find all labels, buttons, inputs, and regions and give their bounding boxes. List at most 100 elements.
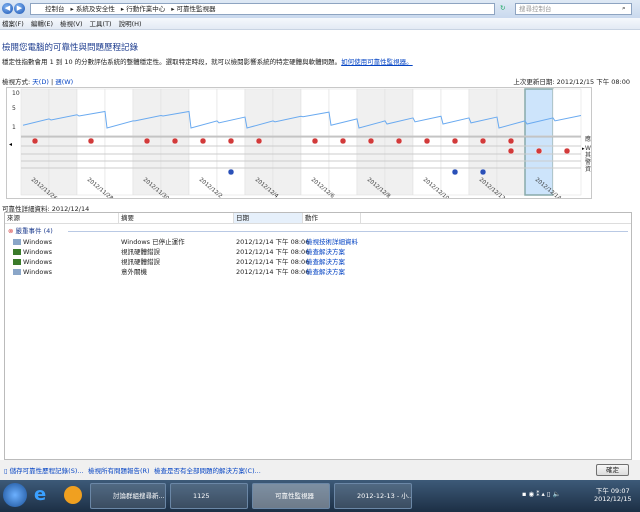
row-label: 資訊: [585, 165, 592, 173]
row-action-link[interactable]: 檢視技術詳細資料: [306, 237, 358, 247]
back-button[interactable]: ◀: [2, 3, 13, 14]
menu-help[interactable]: 說明(H): [119, 20, 142, 28]
view-week-link[interactable]: 週(W): [55, 78, 73, 86]
error-icon: [451, 137, 459, 145]
group-divider: [68, 231, 628, 232]
reliability-chart[interactable]: 1051應用程式失敗Windows 失敗其他失敗警告資訊2012/11/2620…: [6, 87, 592, 199]
menu-tools[interactable]: 工具(T): [90, 20, 112, 28]
row-summary: 視訊硬體錯誤: [121, 258, 160, 266]
info-icon: [479, 168, 487, 176]
row-summary: 意外關機: [121, 268, 147, 276]
ok-button[interactable]: 確定: [596, 464, 629, 476]
row-date: 2012/12/14 下午 08:06: [236, 238, 310, 246]
clock-time: 下午 09:07: [595, 487, 630, 495]
scroll-left-arrow[interactable]: ◂: [9, 141, 12, 148]
row-source: Windows: [23, 258, 53, 266]
error-icon: [255, 137, 263, 145]
group-critical[interactable]: ⊗ 嚴重事件 (4): [8, 226, 628, 236]
menu-view[interactable]: 檢視(V): [60, 20, 83, 28]
day-column[interactable]: [552, 88, 582, 196]
column-date[interactable]: 日期: [234, 213, 303, 224]
error-icon: [31, 137, 39, 145]
tray-icons[interactable]: ▪ ◉ ⁑ ▴ ▯ 🔈: [522, 490, 561, 498]
event-icon: [13, 249, 21, 255]
view-day-link[interactable]: 天(D): [32, 78, 49, 86]
breadcrumb-item[interactable]: 可靠性監視器: [177, 5, 216, 13]
view-all-reports-link[interactable]: 檢視所有問題報告(R): [88, 465, 150, 475]
row-label: 其他失敗: [585, 151, 592, 159]
day-column[interactable]: [104, 88, 134, 196]
row-summary: Windows 已停止運作: [121, 238, 185, 246]
group-label: 嚴重事件 (4): [15, 227, 53, 235]
error-icon: [395, 137, 403, 145]
check-solutions-link[interactable]: 檢查是否有全部問題的解決方案(C)...: [154, 465, 261, 475]
column-summary[interactable]: 摘要: [119, 213, 234, 224]
table-row[interactable]: Windows 視訊硬體錯誤 2012/12/14 下午 08:06 檢查解決方…: [5, 257, 631, 267]
column-action[interactable]: 動作: [303, 213, 361, 224]
description-text: 穩定性指數會用 1 到 10 的分數評估系統的整體穩定性。選取特定時段，就可以檢…: [2, 58, 342, 66]
menu-bar: 檔案(F) 編輯(E) 檢視(V) 工具(T) 說明(H): [0, 18, 640, 30]
breadcrumb[interactable]: 控制台 ▸ 系統及安全性 ▸ 行動作業中心 ▸ 可靠性監視器: [30, 3, 495, 15]
menu-edit[interactable]: 編輯(E): [31, 20, 53, 28]
start-button[interactable]: [3, 483, 27, 507]
error-icon: ⊗: [8, 227, 14, 235]
app-icon[interactable]: [64, 486, 82, 504]
row-action-link[interactable]: 檢查解決方案: [306, 267, 345, 277]
column-source[interactable]: 來源: [5, 213, 119, 224]
day-column[interactable]: [272, 88, 302, 196]
row-action-link[interactable]: 檢查解決方案: [306, 247, 345, 257]
taskbar-reliability-monitor[interactable]: 可靠性監視器: [252, 483, 330, 509]
info-icon: [451, 168, 459, 176]
ie-icon[interactable]: e: [34, 484, 46, 505]
description: 穩定性指數會用 1 到 10 的分數評估系統的整體穩定性。選取特定時段，就可以檢…: [2, 56, 413, 66]
row-label: Windows 失敗: [585, 144, 592, 152]
table-row[interactable]: Windows Windows 已停止運作 2012/12/14 下午 08:0…: [5, 237, 631, 247]
save-history-link[interactable]: ▯ 儲存可靠性歷程記錄(S)...: [4, 465, 84, 475]
column-blank: [361, 213, 631, 224]
row-source: Windows: [23, 238, 53, 246]
row-label: 應用程式失敗: [585, 135, 592, 143]
breadcrumb-item[interactable]: 控制台: [45, 5, 65, 13]
row-source: Windows: [23, 268, 53, 276]
taskbar-chrome[interactable]: 討論群組搜尋新...: [90, 483, 166, 509]
page-title: 檢閱您電腦的可靠性與問題歷程記錄: [2, 43, 139, 53]
taskbar-folder[interactable]: 1125: [170, 483, 248, 509]
y-tick-label: 5: [12, 105, 16, 112]
row-date: 2012/12/14 下午 08:06: [236, 268, 310, 276]
row-action-link[interactable]: 檢查解決方案: [306, 257, 345, 267]
help-link[interactable]: 如何使用可靠性監視器。: [341, 58, 413, 66]
last-updated: 上次更新日期: 2012/12/15 下午 08:00: [513, 78, 630, 86]
table-row[interactable]: Windows 意外關機 2012/12/14 下午 08:06 檢查解決方案: [5, 267, 631, 277]
refresh-icon[interactable]: ↻: [500, 4, 505, 12]
forward-button[interactable]: ▶: [14, 3, 25, 14]
error-icon: [339, 137, 347, 145]
row-date: 2012/12/14 下午 08:06: [236, 258, 310, 266]
row-date: 2012/12/14 下午 08:06: [236, 248, 310, 256]
error-icon: [535, 147, 543, 155]
error-icon: [311, 137, 319, 145]
error-icon: [507, 147, 515, 155]
error-icon: [87, 137, 95, 145]
error-icon: [507, 137, 515, 145]
details-table: 來源 摘要 日期 動作 ⊗ 嚴重事件 (4) Windows Windows 已…: [4, 212, 632, 460]
search-input[interactable]: 搜尋控制台: [515, 3, 632, 15]
breadcrumb-item[interactable]: 行動作業中心: [126, 5, 165, 13]
event-icon: [13, 239, 21, 245]
error-icon: [199, 137, 207, 145]
y-tick-label: 1: [12, 124, 16, 131]
separator: |: [50, 78, 54, 86]
error-icon: [227, 137, 235, 145]
menu-file[interactable]: 檔案(F): [2, 20, 24, 28]
breadcrumb-item[interactable]: 系統及安全性: [76, 5, 115, 13]
error-icon: [171, 137, 179, 145]
day-column[interactable]: [48, 88, 78, 196]
search-icon[interactable]: ⌕: [622, 4, 626, 13]
taskbar-paint[interactable]: 2012-12-13 - 小...: [334, 483, 412, 509]
clock-date: 2012/12/15: [594, 495, 632, 503]
table-row[interactable]: Windows 視訊硬體錯誤 2012/12/14 下午 08:06 檢查解決方…: [5, 247, 631, 257]
view-selector: 檢視方式: 天(D) | 週(W): [2, 76, 73, 86]
address-bar: ◀ ▶ 控制台 ▸ 系統及安全性 ▸ 行動作業中心 ▸ 可靠性監視器 ↻ 搜尋控制台 …: [0, 0, 640, 18]
error-icon: [479, 137, 487, 145]
event-icon: [13, 269, 21, 275]
clock[interactable]: 下午 09:07 2012/12/15: [594, 485, 631, 503]
